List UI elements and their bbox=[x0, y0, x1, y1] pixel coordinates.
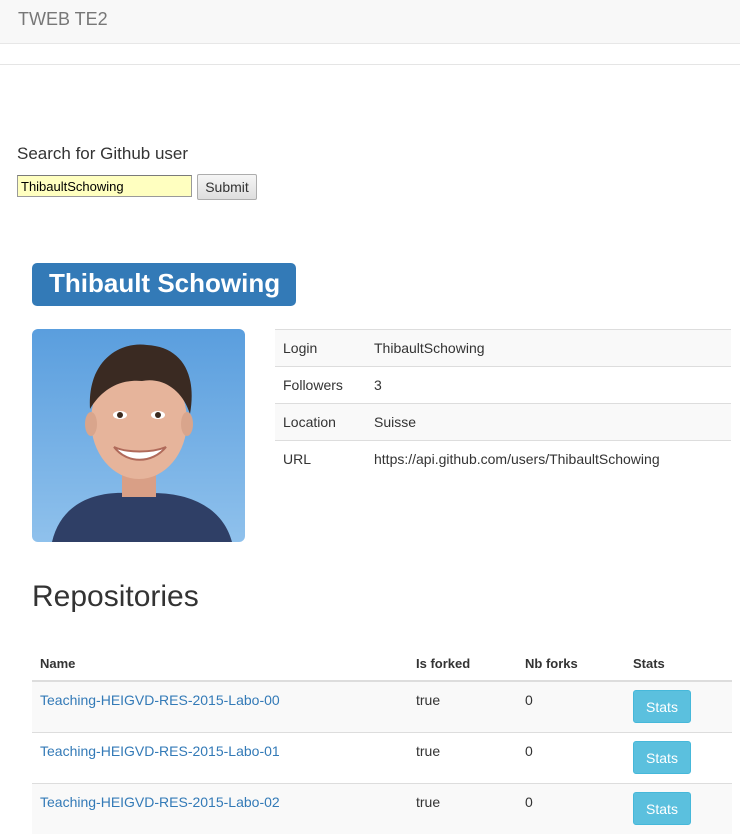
detail-key: Followers bbox=[275, 367, 366, 404]
user-details-table: Login ThibaultSchowing Followers 3 Locat… bbox=[275, 329, 731, 478]
navbar-brand[interactable]: TWEB TE2 bbox=[18, 9, 108, 30]
table-row: Teaching-HEIGVD-RES-2015-Labo-02 true 0 … bbox=[32, 784, 732, 834]
column-header-name: Name bbox=[32, 646, 408, 681]
navbar: TWEB TE2 bbox=[0, 0, 740, 44]
column-header-stats: Stats bbox=[625, 646, 732, 681]
repositories-table: Name Is forked Nb forks Stats Teaching-H… bbox=[32, 646, 732, 834]
table-row: Teaching-HEIGVD-RES-2015-Labo-01 true 0 … bbox=[32, 733, 732, 784]
search-input[interactable] bbox=[17, 175, 192, 197]
column-header-is-forked: Is forked bbox=[408, 646, 517, 681]
repositories-heading: Repositories bbox=[32, 580, 199, 614]
detail-value: https://api.github.com/users/ThibaultSch… bbox=[366, 441, 731, 478]
repo-link[interactable]: Teaching-HEIGVD-RES-2015-Labo-02 bbox=[40, 784, 400, 810]
search-label: Search for Github user bbox=[17, 144, 188, 164]
avatar bbox=[32, 329, 245, 542]
detail-key: URL bbox=[275, 441, 366, 478]
detail-row: Location Suisse bbox=[275, 404, 731, 441]
stats-button[interactable]: Stats bbox=[633, 741, 691, 774]
table-row: Teaching-HEIGVD-RES-2015-Labo-00 true 0 … bbox=[32, 681, 732, 733]
repo-is-forked: true bbox=[416, 733, 509, 759]
repo-nb-forks: 0 bbox=[525, 682, 617, 708]
column-header-nb-forks: Nb forks bbox=[517, 646, 625, 681]
divider bbox=[0, 64, 740, 65]
detail-row: URL https://api.github.com/users/Thibaul… bbox=[275, 441, 731, 478]
user-name-badge: Thibault Schowing bbox=[32, 263, 296, 306]
stats-button[interactable]: Stats bbox=[633, 792, 691, 825]
detail-row: Login ThibaultSchowing bbox=[275, 330, 731, 367]
detail-value: ThibaultSchowing bbox=[366, 330, 731, 367]
repo-is-forked: true bbox=[416, 682, 509, 708]
submit-button[interactable]: Submit bbox=[197, 174, 257, 200]
table-header-row: Name Is forked Nb forks Stats bbox=[32, 646, 732, 681]
detail-key: Location bbox=[275, 404, 366, 441]
repo-nb-forks: 0 bbox=[525, 784, 617, 810]
stats-button[interactable]: Stats bbox=[633, 690, 691, 723]
detail-value: 3 bbox=[366, 367, 731, 404]
repo-nb-forks: 0 bbox=[525, 733, 617, 759]
repo-link[interactable]: Teaching-HEIGVD-RES-2015-Labo-00 bbox=[40, 682, 400, 708]
repo-is-forked: true bbox=[416, 784, 509, 810]
detail-key: Login bbox=[275, 330, 366, 367]
detail-row: Followers 3 bbox=[275, 367, 731, 404]
repo-link[interactable]: Teaching-HEIGVD-RES-2015-Labo-01 bbox=[40, 733, 400, 759]
detail-value: Suisse bbox=[366, 404, 731, 441]
